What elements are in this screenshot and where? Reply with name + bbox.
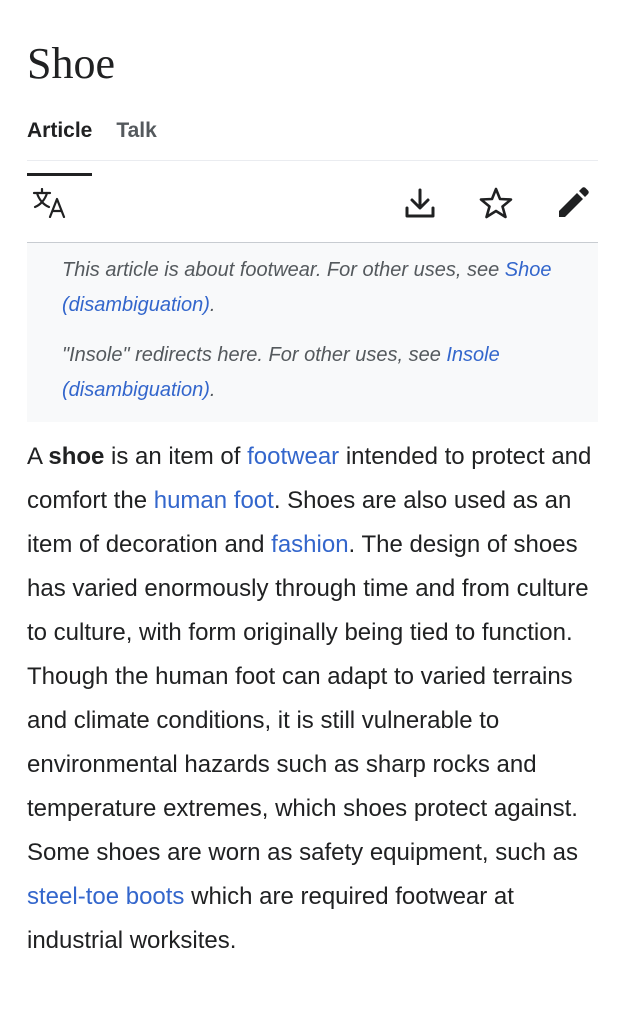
bold-term: shoe bbox=[48, 443, 105, 470]
tab-article[interactable]: Article bbox=[27, 114, 93, 176]
star-icon[interactable] bbox=[478, 185, 514, 221]
steel-toe-boots-link[interactable]: steel-toe boots bbox=[27, 883, 184, 910]
page-title: Shoe bbox=[27, 39, 115, 88]
namespace-tabs: Article Talk bbox=[27, 114, 598, 176]
tab-talk[interactable]: Talk bbox=[116, 114, 156, 160]
human-foot-link[interactable]: human foot bbox=[154, 487, 274, 514]
hatnote-box: This article is about footwear. For othe… bbox=[27, 243, 598, 422]
hatnote: This article is about footwear. For othe… bbox=[62, 259, 552, 316]
edit-pencil-icon[interactable] bbox=[555, 185, 591, 221]
page-actions-toolbar bbox=[27, 161, 598, 243]
footwear-link[interactable]: footwear bbox=[247, 443, 339, 470]
download-icon[interactable] bbox=[402, 185, 438, 221]
fashion-link[interactable]: fashion bbox=[271, 531, 348, 558]
intro-paragraph: A shoe is an item of footwear intended t… bbox=[27, 443, 592, 954]
article-page: Shoe Article Talk This article is about … bbox=[27, 0, 598, 963]
hatnote: "Insole" redirects here. For other uses,… bbox=[62, 344, 500, 401]
language-icon[interactable] bbox=[31, 185, 67, 221]
